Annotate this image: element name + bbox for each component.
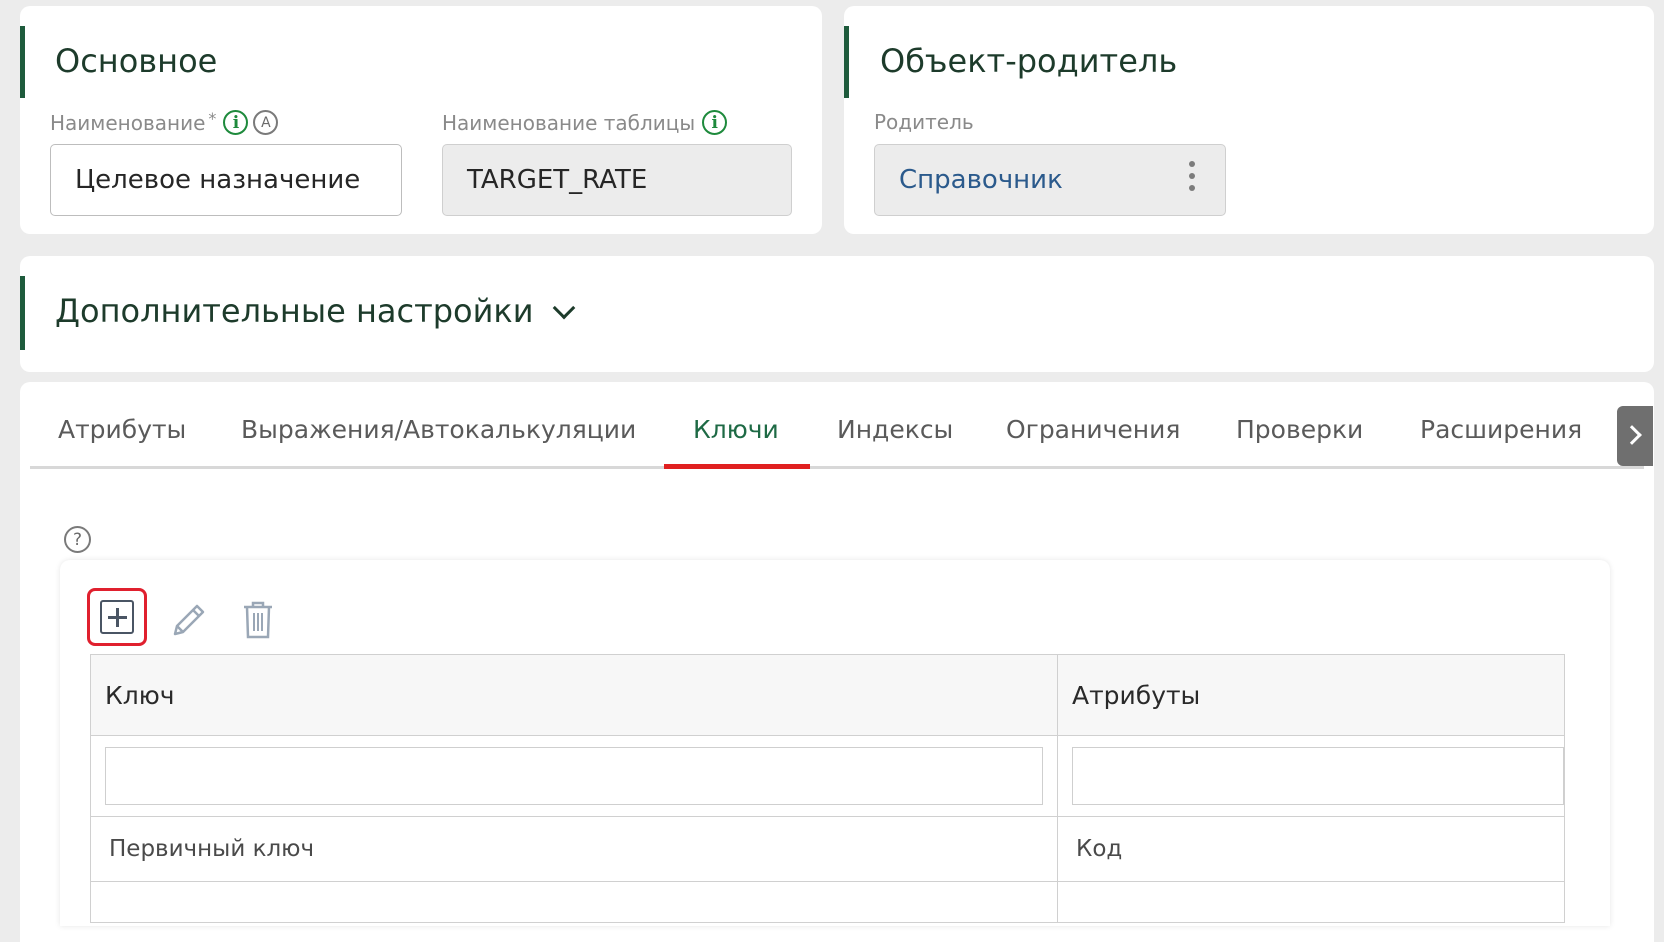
key-cell[interactable]: Первичный ключ (90, 816, 1058, 882)
section-accent-bar (844, 26, 849, 98)
tab-keys[interactable]: Ключи (693, 415, 779, 444)
a-icon[interactable]: A (253, 110, 279, 135)
trash-icon[interactable] (238, 598, 278, 642)
parent-value[interactable]: Справочник (899, 165, 1063, 195)
tab-checks[interactable]: Проверки (1236, 415, 1363, 444)
tab-expressions[interactable]: Выражения/Автокалькуляции (241, 415, 636, 444)
table-name-label-text: Наименование таблицы (442, 110, 696, 135)
parent-input[interactable]: Справочник (874, 144, 1226, 216)
tabs-scroll-right-icon[interactable] (1617, 406, 1653, 466)
name-input[interactable]: Целевое назначение (50, 144, 402, 216)
tab-attributes[interactable]: Атрибуты (58, 415, 186, 444)
tab-indexes[interactable]: Индексы (837, 415, 953, 444)
name-label-text: Наименование (50, 110, 206, 135)
chevron-down-icon[interactable] (552, 296, 576, 320)
parent-label-text: Родитель (874, 110, 974, 134)
section-accent-bar (20, 276, 25, 350)
table-header-row: Ключ Атрибуты (90, 654, 1565, 736)
table-name-input[interactable]: TARGET_RATE (442, 144, 792, 216)
parent-field-label: Родитель (874, 110, 974, 134)
info-icon[interactable]: i (223, 110, 249, 135)
help-icon[interactable]: ? (64, 526, 91, 553)
main-section-title: Основное (55, 42, 218, 80)
attributes-cell[interactable]: Код (1057, 816, 1565, 882)
info-icon[interactable]: i (702, 110, 728, 135)
parent-section-card: Объект-родитель Родитель Справочник (844, 6, 1654, 234)
active-tab-indicator (664, 464, 810, 469)
tab-extensions[interactable]: Расширения (1420, 415, 1582, 444)
extra-settings-card[interactable]: Дополнительные настройки (20, 256, 1654, 372)
parent-section-title: Объект-родитель (880, 42, 1178, 80)
section-accent-bar (20, 26, 25, 98)
name-field-label: Наименование * i A (50, 109, 279, 135)
table-name-field-label: Наименование таблицы i (442, 110, 728, 135)
column-header-key[interactable]: Ключ (90, 654, 1058, 736)
table-row (90, 881, 1565, 923)
required-marker: * (208, 109, 217, 128)
kebab-menu-icon[interactable] (1189, 161, 1195, 191)
tabs-divider (30, 466, 1644, 469)
key-filter-input[interactable] (105, 747, 1043, 805)
table-row[interactable]: Первичный ключ Код (90, 816, 1565, 882)
attributes-filter-input[interactable] (1072, 747, 1564, 805)
main-section-card: Основное Наименование * i A Целевое назн… (20, 6, 822, 234)
column-header-attributes[interactable]: Атрибуты (1057, 654, 1565, 736)
add-icon (100, 600, 134, 634)
extra-settings-title[interactable]: Дополнительные настройки (55, 292, 534, 330)
pencil-icon[interactable] (167, 598, 211, 642)
tab-constraints[interactable]: Ограничения (1006, 415, 1180, 444)
filter-row (90, 735, 1565, 817)
keys-table: Ключ Атрибуты Первичный ключ Код (90, 654, 1565, 923)
add-key-button[interactable] (87, 588, 147, 646)
